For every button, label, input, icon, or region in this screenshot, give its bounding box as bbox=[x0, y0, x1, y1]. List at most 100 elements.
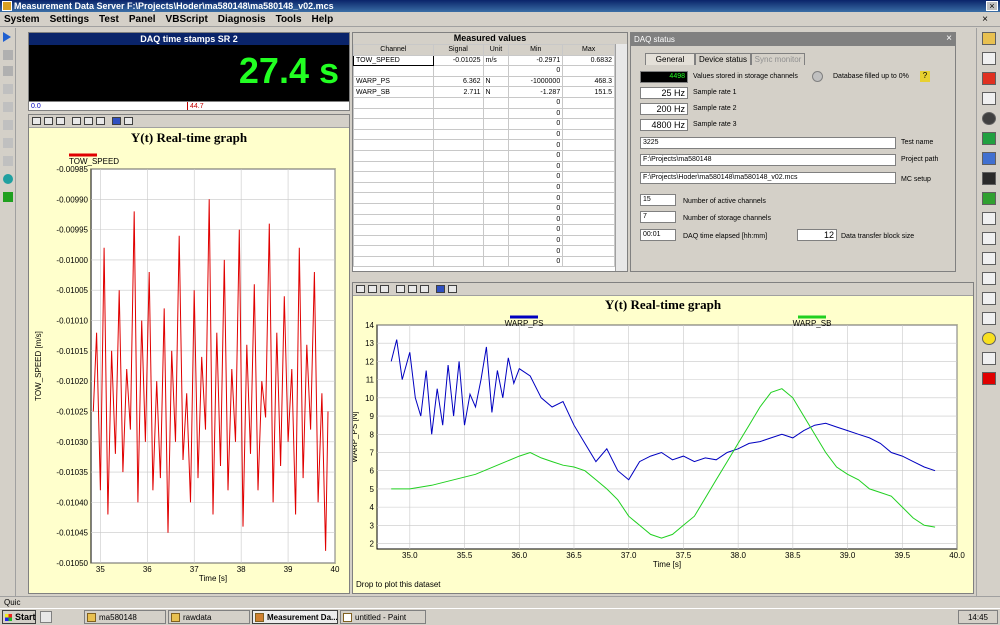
col-signal[interactable]: Signal bbox=[432, 44, 484, 56]
graph-zoom-icon[interactable] bbox=[72, 117, 81, 125]
graph-zoom-y-icon[interactable] bbox=[420, 285, 429, 293]
graph-zoom-x-icon[interactable] bbox=[408, 285, 417, 293]
grid-icon[interactable] bbox=[982, 152, 996, 165]
counter-icon[interactable] bbox=[982, 72, 996, 85]
zero-icon[interactable] bbox=[3, 156, 13, 166]
measured-row[interactable]: 0 bbox=[353, 234, 615, 247]
cell-channel bbox=[353, 118, 434, 130]
project-path-field[interactable]: F:\Projects\ma580148 bbox=[640, 154, 896, 166]
trend-icon[interactable] bbox=[982, 232, 996, 245]
graph-print-icon[interactable] bbox=[44, 117, 53, 125]
cell-channel bbox=[353, 255, 434, 268]
document-icon[interactable] bbox=[982, 52, 996, 65]
scope-icon[interactable] bbox=[982, 172, 996, 185]
graph-clear-icon[interactable] bbox=[124, 117, 133, 125]
stop-button-icon[interactable] bbox=[982, 372, 996, 385]
col-unit[interactable]: Unit bbox=[482, 44, 510, 56]
graph-zoom-y-icon[interactable] bbox=[96, 117, 105, 125]
graph-pause-icon[interactable] bbox=[112, 117, 121, 125]
stop-icon[interactable] bbox=[3, 66, 13, 76]
right-chart: 35.0 35.5 36.0 36.5 37.0 37.5 38.0 38.5 39.0 39.5… bbox=[353, 315, 965, 569]
graph-pause-icon[interactable] bbox=[436, 285, 445, 293]
spectrum-icon[interactable] bbox=[982, 312, 996, 325]
graph-open-icon[interactable] bbox=[356, 285, 365, 293]
menu-test[interactable]: Test bbox=[99, 14, 119, 25]
window-close-button[interactable]: × bbox=[986, 1, 998, 11]
cell-max bbox=[562, 107, 615, 120]
measured-values-scrollbar[interactable] bbox=[615, 44, 627, 271]
pause-icon[interactable] bbox=[3, 50, 13, 60]
task-paint[interactable]: untitled - Paint bbox=[340, 610, 426, 624]
table-icon[interactable] bbox=[982, 132, 996, 145]
col-max[interactable]: Max bbox=[562, 44, 615, 56]
menu-diagnosis[interactable]: Diagnosis bbox=[218, 14, 266, 25]
help-icon[interactable]: ? bbox=[920, 71, 930, 82]
graph-zoom-x-icon[interactable] bbox=[84, 117, 93, 125]
measured-row[interactable]: WARP_SB 2.711 N -1.287 151.5 bbox=[353, 86, 615, 98]
graph-copy-icon[interactable] bbox=[56, 117, 65, 125]
task-measurement[interactable]: Measurement Da... bbox=[252, 610, 338, 624]
mc-setup-field[interactable]: F:\Projects\Hoder\ma580148\ma580148_v02.… bbox=[640, 172, 896, 184]
menu-vbscript[interactable]: VBScript bbox=[166, 14, 208, 25]
measured-row[interactable]: 0 bbox=[353, 255, 615, 268]
bargraph-icon[interactable] bbox=[982, 272, 996, 285]
measured-row[interactable]: 0 bbox=[353, 149, 615, 162]
measured-row[interactable]: WARP_PS 6.362 N -1000000 468.3 bbox=[353, 75, 615, 88]
measured-row[interactable]: 0 bbox=[353, 128, 615, 141]
graph-zoom-icon[interactable] bbox=[396, 285, 405, 293]
measured-row[interactable]: 0 bbox=[353, 171, 615, 183]
menu-settings[interactable]: Settings bbox=[50, 14, 89, 25]
menu-panel[interactable]: Panel bbox=[129, 14, 156, 25]
x-tick-label: 38.0 bbox=[730, 551, 746, 560]
measured-row[interactable]: 0 bbox=[353, 224, 615, 236]
bar-chart-icon[interactable] bbox=[982, 192, 996, 205]
measured-row[interactable]: 0 bbox=[353, 202, 615, 215]
play-icon[interactable] bbox=[3, 32, 11, 42]
xy-graph-icon[interactable] bbox=[982, 212, 996, 225]
task-rawdata[interactable]: rawdata bbox=[168, 610, 250, 624]
record-icon[interactable] bbox=[3, 84, 13, 94]
measured-row[interactable]: 0 bbox=[353, 245, 615, 257]
reset-icon[interactable] bbox=[3, 138, 13, 148]
measured-row[interactable]: 0 bbox=[353, 192, 615, 204]
tab-sync-monitor[interactable]: Sync monitor bbox=[751, 53, 805, 65]
measured-row[interactable]: 0 bbox=[353, 139, 615, 151]
numeric-display-icon[interactable] bbox=[982, 92, 996, 105]
measured-row[interactable]: 0 bbox=[353, 118, 615, 130]
graph-clear-icon[interactable] bbox=[448, 285, 457, 293]
lamp-icon[interactable] bbox=[982, 332, 996, 345]
measured-row[interactable]: TOW_SPEED -0.01025 m/s -0.2971 0.6832 bbox=[353, 54, 615, 67]
menu-tools[interactable]: Tools bbox=[276, 14, 302, 25]
graph-copy-icon[interactable] bbox=[380, 285, 389, 293]
gauge-icon[interactable] bbox=[982, 112, 996, 125]
daq-status-close-button[interactable]: × bbox=[946, 33, 952, 44]
task-ma580148[interactable]: ma580148 bbox=[84, 610, 166, 624]
tab-general[interactable]: General bbox=[645, 53, 695, 65]
storage-channels-value: 7 bbox=[640, 211, 676, 223]
col-min[interactable]: Min bbox=[508, 44, 564, 56]
histogram-icon[interactable] bbox=[982, 252, 996, 265]
test-name-field[interactable]: 3225 bbox=[640, 137, 896, 149]
measured-row[interactable]: 0 bbox=[353, 107, 615, 120]
measured-row[interactable]: 0 bbox=[353, 96, 615, 109]
step-icon[interactable] bbox=[3, 102, 13, 112]
menu-system[interactable]: System bbox=[4, 14, 40, 25]
text-icon[interactable] bbox=[982, 352, 996, 365]
exit-icon[interactable] bbox=[3, 192, 13, 202]
measured-row[interactable]: 0 bbox=[353, 213, 615, 226]
col-channel[interactable]: Channel bbox=[353, 44, 434, 56]
graph-print-icon[interactable] bbox=[368, 285, 377, 293]
trigger-icon[interactable] bbox=[3, 120, 13, 130]
folder-icon[interactable] bbox=[982, 32, 996, 45]
measured-row[interactable]: 0 bbox=[353, 65, 615, 77]
mdi-close-icon[interactable]: × bbox=[982, 12, 988, 27]
connect-icon[interactable] bbox=[3, 174, 13, 184]
line-graph-icon[interactable] bbox=[982, 292, 996, 305]
measured-row[interactable]: 0 bbox=[353, 160, 615, 173]
measured-row[interactable]: 0 bbox=[353, 181, 615, 194]
tab-device-status[interactable]: Device status bbox=[695, 53, 751, 65]
quicklaunch-icon[interactable] bbox=[40, 611, 52, 623]
start-button[interactable]: Start bbox=[2, 610, 36, 624]
menu-help[interactable]: Help bbox=[312, 14, 334, 25]
graph-open-icon[interactable] bbox=[32, 117, 41, 125]
